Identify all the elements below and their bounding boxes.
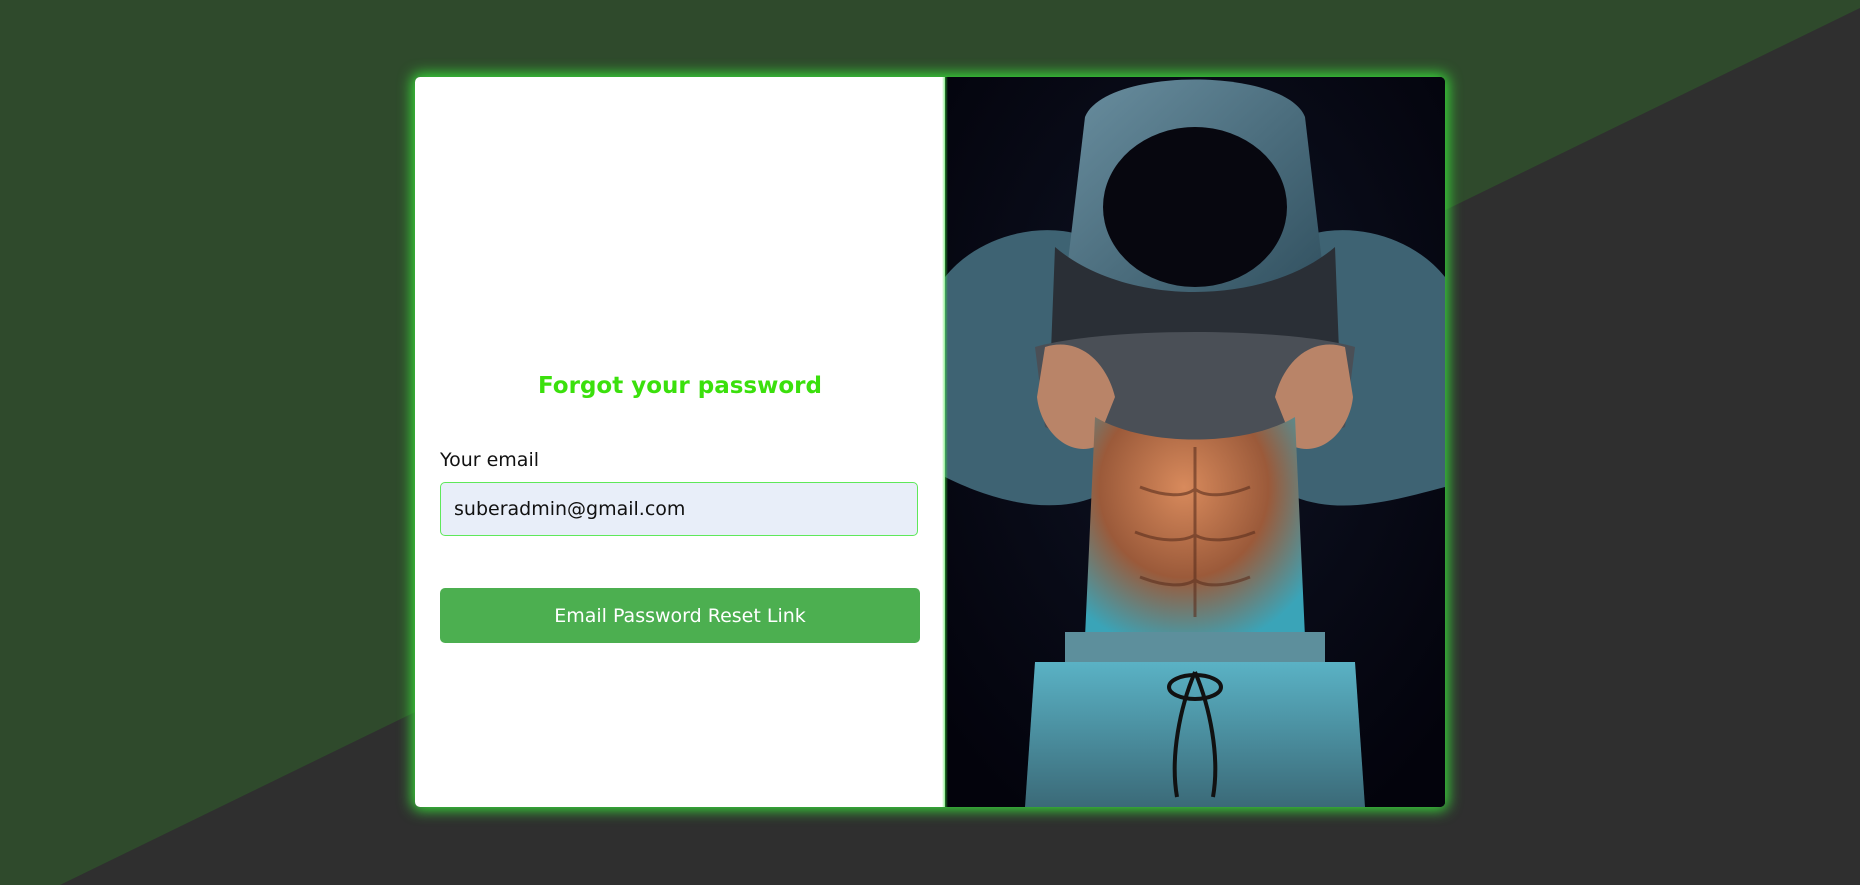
- email-reset-link-button[interactable]: Email Password Reset Link: [440, 588, 920, 643]
- email-field[interactable]: [440, 482, 918, 536]
- page-title: Forgot your password: [538, 373, 822, 399]
- form-panel: Forgot your password Your email Email Pa…: [415, 77, 945, 807]
- hero-image: [945, 77, 1445, 807]
- panel-divider: [942, 77, 948, 807]
- athlete-photo-illustration: [945, 77, 1445, 807]
- email-label: Your email: [440, 449, 539, 471]
- forgot-password-card: Forgot your password Your email Email Pa…: [415, 77, 1445, 807]
